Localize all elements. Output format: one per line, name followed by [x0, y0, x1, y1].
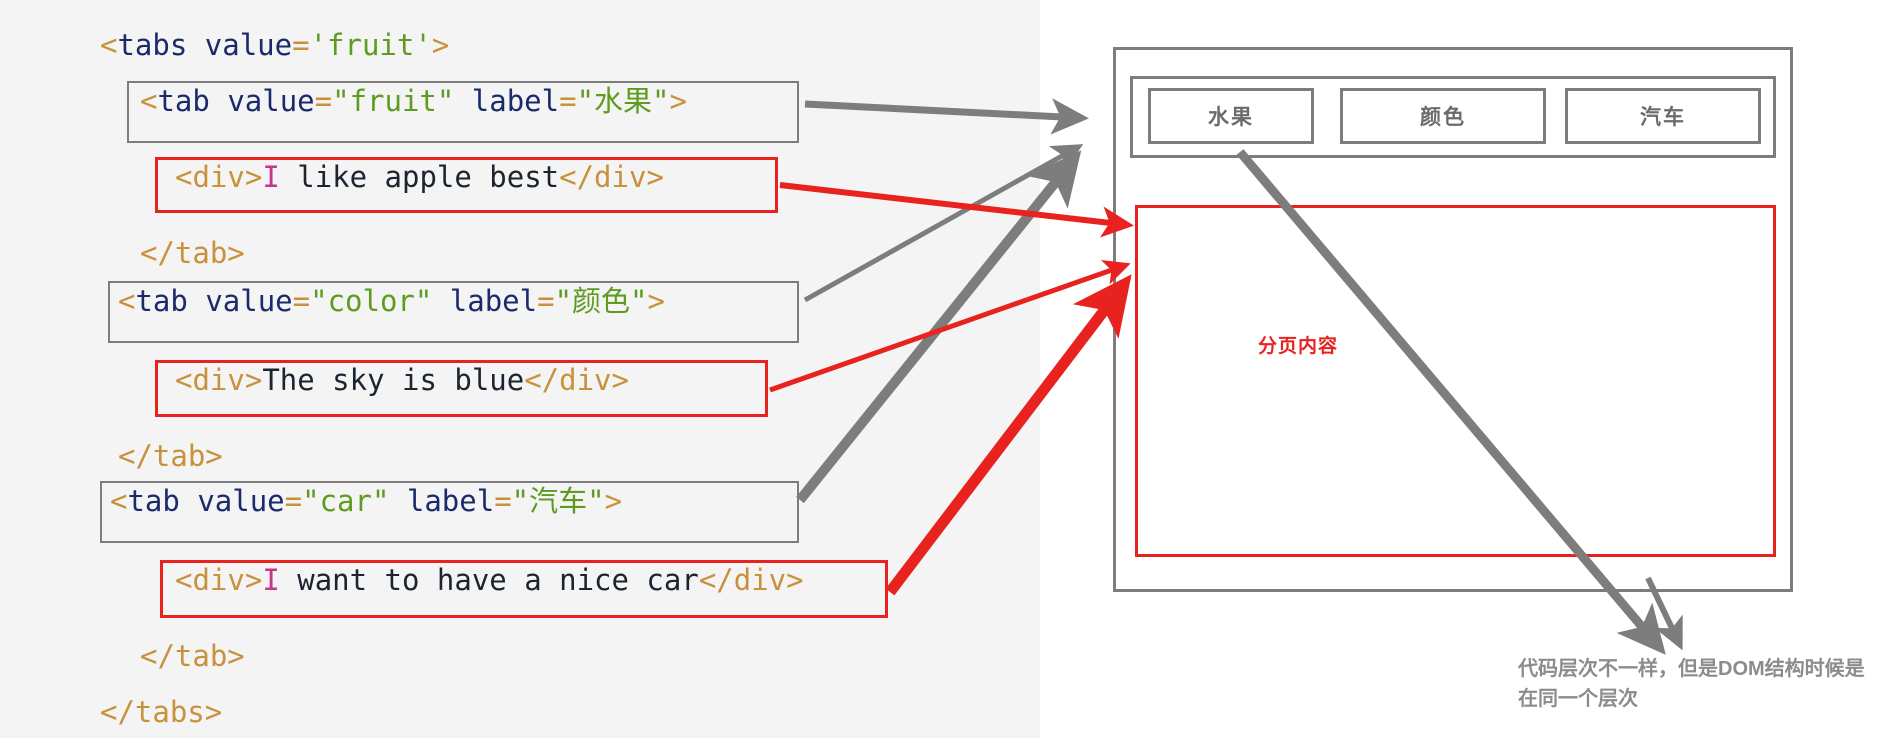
diagram-root: <tabs value='fruit'> <tab value="fruit" l…	[0, 0, 1888, 738]
code-token: =	[292, 284, 311, 318]
code-token: </tabs>	[100, 695, 223, 729]
code-token: label	[449, 284, 538, 318]
code-token: <	[118, 284, 136, 318]
code-line: <div>The sky is blue</div>	[175, 360, 629, 400]
annotation-caption: 代码层次不一样，但是DOM结构时候是在同一个层次	[1518, 658, 1865, 710]
code-token: <	[100, 28, 118, 62]
code-token: >	[604, 484, 623, 518]
code-token: >	[431, 28, 450, 62]
code-token: "car"	[302, 484, 390, 518]
code-token: </tab>	[118, 439, 223, 473]
code-token: label	[471, 84, 560, 118]
code-token: value	[227, 84, 315, 118]
code-token: I	[262, 563, 280, 597]
mock-tab-color[interactable]: 颜色	[1340, 88, 1546, 144]
code-token: </tab>	[140, 639, 245, 673]
code-token: "color"	[310, 284, 433, 318]
code-token: "水果"	[576, 84, 670, 118]
code-line: <tab value="fruit" label="水果">	[140, 81, 687, 121]
code-token: <	[140, 84, 158, 118]
code-token: </tab>	[140, 236, 245, 270]
code-line: <div>I want to have a nice car</div>	[175, 560, 804, 600]
mock-tab-fruit-label: 水果	[1208, 106, 1254, 129]
code-token: 'fruit'	[309, 28, 432, 62]
code-token: value	[197, 484, 285, 518]
code-token: "颜色"	[554, 284, 648, 318]
mock-tab-fruit[interactable]: 水果	[1148, 88, 1314, 144]
mock-tab-color-label: 颜色	[1420, 106, 1466, 129]
code-token: tab	[127, 484, 180, 518]
code-token: </div>	[559, 160, 664, 194]
code-line: <tab value="color" label="颜色">	[118, 281, 665, 321]
code-token: value	[205, 284, 293, 318]
code-token: =	[314, 84, 333, 118]
code-token: >	[669, 84, 687, 118]
code-token: =	[284, 484, 303, 518]
code-token: tab	[135, 284, 188, 318]
code-token: The sky is blue	[262, 363, 525, 397]
code-line: </tabs>	[100, 692, 222, 732]
code-token: I	[262, 160, 280, 194]
code-token: <	[110, 484, 128, 518]
code-line: </tab>	[140, 233, 245, 273]
code-line: <tabs value='fruit'>	[100, 25, 449, 65]
mock-tab-car-label: 汽车	[1640, 106, 1686, 129]
mock-tab-car[interactable]: 汽车	[1565, 88, 1761, 144]
code-line: <div>I like apple best</div>	[175, 157, 664, 197]
code-line: </tab>	[140, 636, 245, 676]
code-token: tabs	[117, 28, 188, 62]
code-panel: <tabs value='fruit'> <tab value="fruit" l…	[0, 0, 1040, 738]
code-token: </div>	[524, 363, 629, 397]
code-token: <div>	[175, 563, 263, 597]
code-token: =	[559, 84, 577, 118]
code-token: =	[292, 28, 310, 62]
code-token: want to have a nice car	[279, 563, 699, 597]
mock-content-label: 分页内容	[1258, 336, 1339, 357]
code-token: <div>	[175, 363, 263, 397]
code-token: =	[494, 484, 512, 518]
code-token: value	[204, 28, 293, 62]
code-token: "fruit"	[332, 84, 455, 118]
code-token: "汽车"	[511, 484, 605, 518]
mock-tab-content-panel	[1135, 205, 1776, 557]
code-line: </tab>	[118, 436, 223, 476]
code-token: label	[406, 484, 495, 518]
code-token: tab	[157, 84, 210, 118]
code-token: =	[537, 284, 555, 318]
code-token: >	[647, 284, 665, 318]
code-token: <div>	[175, 160, 263, 194]
code-line: <tab value="car" label="汽车">	[110, 481, 622, 521]
code-token: </div>	[698, 563, 804, 597]
code-token: like apple best	[279, 160, 560, 194]
